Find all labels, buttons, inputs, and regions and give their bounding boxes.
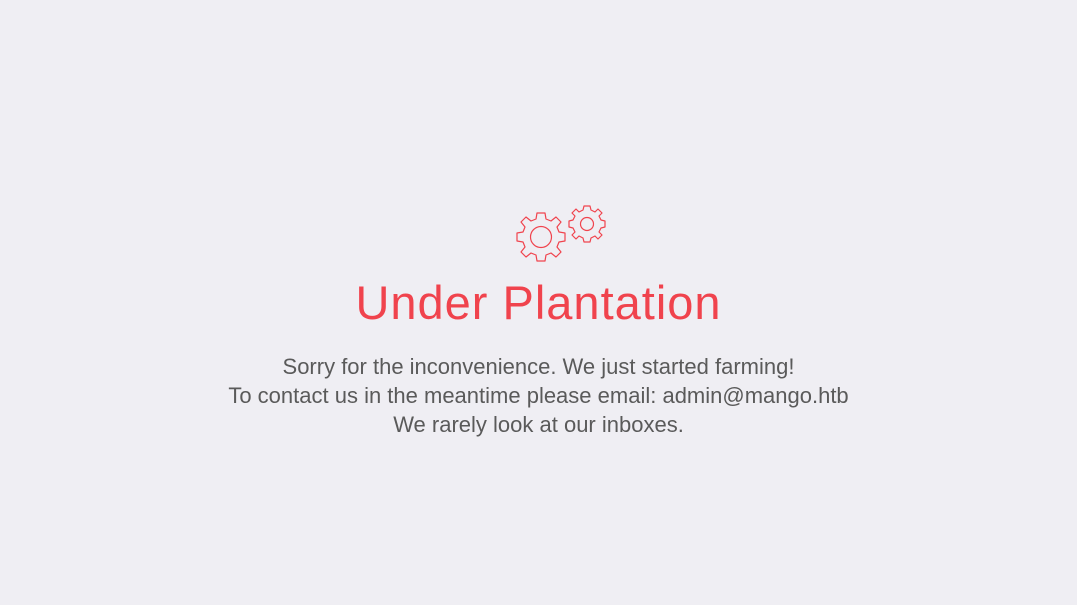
large-gear-hub	[529, 225, 553, 249]
gears-icon	[506, 203, 614, 277]
page-title: Under Plantation	[355, 276, 722, 329]
message-line-1: Sorry for the inconvenience. We just sta…	[282, 354, 795, 379]
message-line-2: To contact us in the meantime please ema…	[0, 381, 1077, 410]
small-gear-outline	[568, 205, 606, 243]
large-gear-outline	[516, 212, 566, 262]
contact-prefix: To contact us in the meantime please ema…	[228, 383, 663, 408]
contact-email: admin@mango.htb	[662, 383, 849, 408]
maintenance-page: Under Plantation Sorry for the inconveni…	[0, 0, 1077, 605]
maintenance-message: Sorry for the inconvenience. We just sta…	[0, 352, 1077, 439]
gears-svg	[516, 205, 606, 262]
message-line-3: We rarely look at our inboxes.	[393, 412, 684, 437]
small-gear-hub	[579, 216, 595, 232]
